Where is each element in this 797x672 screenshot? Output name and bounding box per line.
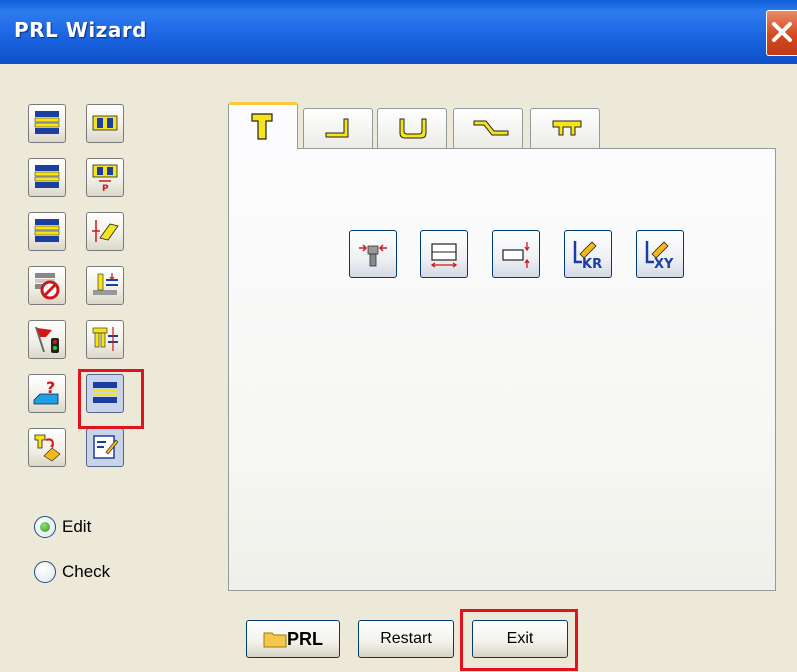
title-bar[interactable]: PRL Wizard (0, 0, 797, 64)
column-adjust-button[interactable] (86, 266, 124, 305)
prl-button[interactable]: PRL (246, 620, 340, 658)
xy-label: XY (654, 257, 674, 272)
close-icon (772, 22, 792, 42)
height-measure-button[interactable] (492, 230, 540, 278)
punch-narrow-button[interactable] (349, 230, 397, 278)
window-title: PRL Wizard (14, 18, 147, 42)
prl-wizard-window: PRL Wizard ? P Edit Check KR XY PRL Rest… (0, 0, 797, 672)
flag-signal-icon (35, 326, 59, 353)
split-plate-icon (92, 115, 118, 131)
svg-text:?: ? (46, 378, 55, 397)
stack-plate-button[interactable] (28, 104, 66, 143)
radio-unselected-indicator[interactable] (34, 561, 56, 583)
svg-text:P: P (102, 184, 109, 192)
kr-label: KR (582, 257, 602, 272)
stack-plate-2-icon (34, 165, 60, 188)
tab-corner[interactable] (303, 108, 373, 148)
swap-tool-icon (34, 434, 61, 462)
edit-xy-icon: XY (645, 241, 674, 272)
help-surface-icon: ? (33, 378, 59, 405)
width-measure-button[interactable] (420, 230, 468, 278)
offset-tab-icon (473, 120, 509, 136)
stack-plate-3-button[interactable] (28, 212, 66, 251)
tab-flange[interactable] (530, 108, 600, 148)
edit-radio-label: Edit (62, 517, 92, 536)
stack-plate-icon (34, 111, 60, 134)
edit-sheet-icon (93, 435, 119, 459)
check-radio-label: Check (62, 562, 111, 581)
split-plate-p-icon: P (92, 164, 118, 192)
vertical-adjust-icon (92, 327, 118, 351)
help-surface-button[interactable]: ? (28, 374, 66, 413)
punch-tab-icon (251, 113, 273, 140)
split-plate-button[interactable] (86, 104, 124, 143)
u-channel-tab-icon (399, 118, 427, 139)
tab-offset[interactable] (453, 108, 523, 148)
edit-kr-button[interactable]: KR (564, 230, 612, 278)
edit-kr-icon: KR (573, 241, 602, 272)
selection-highlight (78, 369, 144, 429)
stack-plate-2-button[interactable] (28, 158, 66, 197)
tab-panel (228, 148, 776, 591)
stack-plate-3-icon (34, 219, 60, 242)
corner-tab-icon (325, 118, 349, 138)
eraser-measure-button[interactable] (86, 212, 124, 251)
eraser-measure-icon (92, 220, 119, 242)
tab-u-channel[interactable] (377, 108, 447, 148)
edit-radio[interactable]: Edit (34, 516, 91, 538)
swap-tool-button[interactable] (28, 428, 66, 467)
column-adjust-icon (93, 273, 118, 295)
close-button[interactable] (766, 10, 797, 56)
flag-signal-button[interactable] (28, 320, 66, 359)
restart-button-label: Restart (380, 630, 432, 647)
edit-xy-button[interactable]: XY (636, 230, 684, 278)
folder-icon (263, 632, 287, 648)
edit-sheet-button[interactable] (86, 428, 124, 467)
vertical-adjust-button[interactable] (86, 320, 124, 359)
radio-selected-indicator[interactable] (34, 516, 56, 538)
check-radio[interactable]: Check (34, 561, 110, 583)
tab-punch[interactable] (228, 102, 298, 149)
width-measure-icon (430, 243, 458, 268)
no-stack-icon (35, 273, 60, 300)
height-measure-icon (502, 242, 530, 268)
no-stack-button[interactable] (28, 266, 66, 305)
restart-button[interactable]: Restart (358, 620, 454, 658)
exit-highlight (460, 609, 578, 671)
prl-button-label: PRL (287, 628, 323, 649)
split-plate-p-button[interactable]: P (86, 158, 124, 197)
punch-narrow-icon (359, 244, 387, 267)
flange-tab-icon (552, 120, 582, 136)
